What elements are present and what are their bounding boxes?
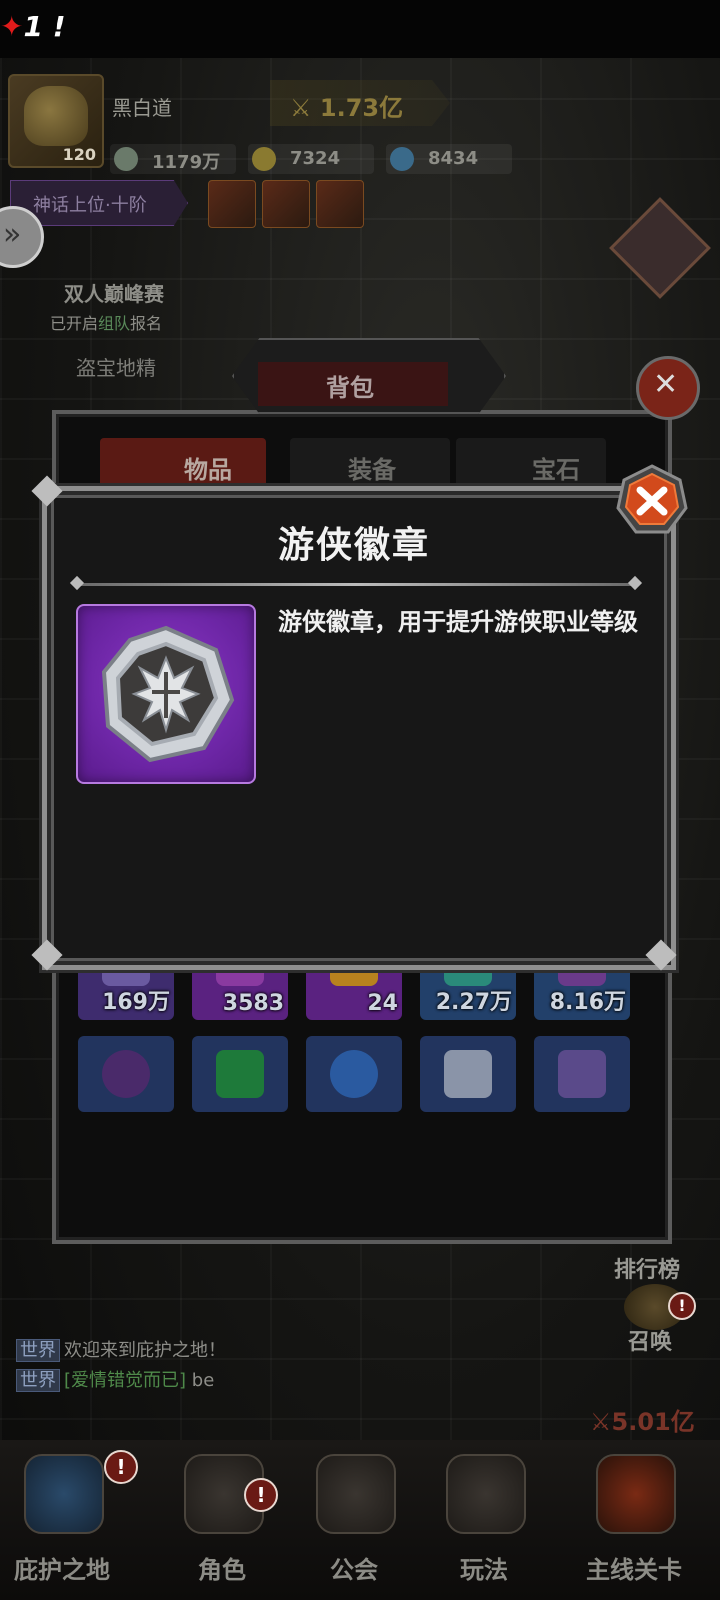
notification-badge: !: [104, 1450, 138, 1484]
tab-equipment[interactable]: 装备: [290, 438, 450, 490]
notification-badge: !: [668, 1292, 696, 1320]
resource-silver[interactable]: 1179万: [110, 144, 236, 174]
gold-coin-icon: [252, 147, 276, 171]
notification-alert: ✦1 !: [0, 10, 66, 43]
buff-icon[interactable]: [316, 180, 364, 228]
nav-character[interactable]: 角色: [162, 1446, 282, 1596]
guild-shield-icon: [316, 1454, 396, 1534]
castle-icon: [24, 1454, 104, 1534]
leaderboard-button[interactable]: 排行榜: [614, 1252, 680, 1284]
chat-line[interactable]: 世界 [爱情错觉而已] be: [16, 1366, 214, 1392]
tab-items[interactable]: 物品: [100, 438, 266, 490]
ranger-badge-icon: [101, 625, 235, 763]
backpack-close-button[interactable]: [636, 356, 700, 420]
resource-gold[interactable]: 7324: [248, 144, 374, 174]
buff-icon[interactable]: [208, 180, 256, 228]
inventory-slot[interactable]: [420, 1036, 516, 1112]
demon-icon: [596, 1454, 676, 1534]
event-title[interactable]: 双人巅峰赛: [64, 278, 164, 307]
tab-gems[interactable]: 宝石: [456, 438, 606, 490]
nav-main-stage[interactable]: 主线关卡: [574, 1446, 694, 1596]
skull-icon: [446, 1454, 526, 1534]
close-button[interactable]: [616, 464, 688, 536]
status-bar: [0, 0, 720, 58]
stage-power: ⚔5.01亿: [590, 1408, 695, 1436]
event-subtitle[interactable]: 已开启组队报名: [50, 310, 162, 334]
player-level: 120: [62, 145, 96, 164]
inventory-slot[interactable]: [78, 1036, 174, 1112]
player-power: ⚔ 1.73亿: [290, 94, 404, 122]
notification-badge: !: [244, 1478, 278, 1512]
alert-mark: !: [52, 10, 66, 43]
title-divider: [76, 583, 636, 586]
silver-coin-icon: [114, 147, 138, 171]
chat-line[interactable]: 世界 欢迎来到庇护之地！: [16, 1336, 226, 1362]
resource-gem[interactable]: 8434: [386, 144, 512, 174]
rank-label: 神话上位·十阶: [33, 195, 147, 216]
inventory-slot[interactable]: [306, 1036, 402, 1112]
item-name-title: 游侠徽章: [277, 525, 430, 566]
item-icon-frame: [76, 604, 256, 784]
inventory-slot[interactable]: [192, 1036, 288, 1112]
inventory-slot[interactable]: [534, 1036, 630, 1112]
summon-button[interactable]: 召唤: [628, 1324, 672, 1356]
backpack-title: 背包: [326, 374, 374, 402]
player-name: 黑白道: [112, 96, 172, 120]
close-icon: [616, 464, 688, 534]
player-avatar[interactable]: 120: [8, 74, 104, 168]
buff-icon[interactable]: [262, 180, 310, 228]
nav-guild[interactable]: 公会: [294, 1446, 414, 1596]
nav-gameplay[interactable]: 玩法: [424, 1446, 544, 1596]
alert-number: 1: [23, 10, 43, 43]
item-description: 游侠徽章，用于提升游侠职业等级: [278, 608, 638, 636]
blue-gem-icon: [390, 147, 414, 171]
event-goblin[interactable]: 盗宝地精: [76, 352, 156, 381]
